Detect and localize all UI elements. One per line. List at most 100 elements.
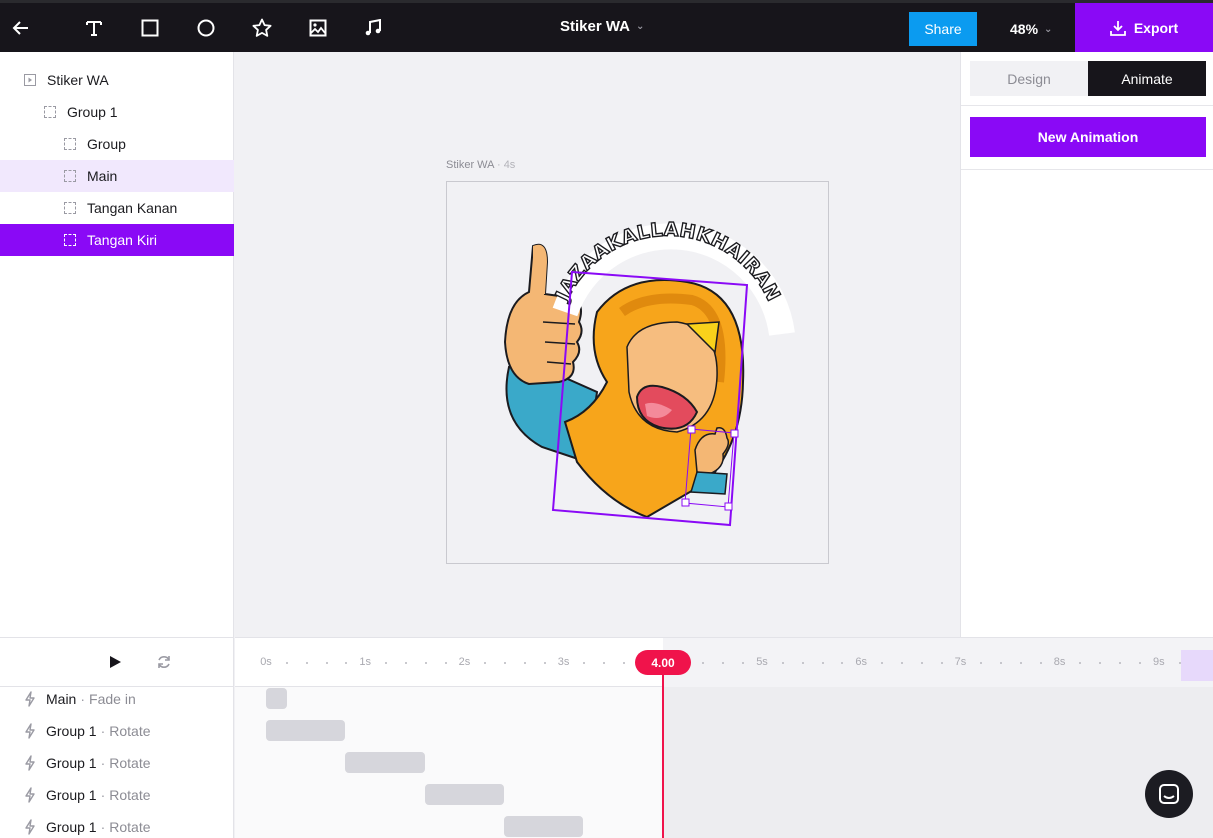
group-icon bbox=[64, 202, 76, 214]
track-item[interactable]: Group 1 · Rotate bbox=[0, 747, 234, 779]
layer-item-tangan-kanan[interactable]: Tangan Kanan bbox=[0, 192, 234, 224]
ruler-dot bbox=[583, 662, 586, 664]
track-layer: Group 1 bbox=[46, 755, 97, 771]
animation-bar[interactable] bbox=[266, 720, 346, 741]
playhead-line bbox=[662, 650, 664, 838]
layer-label: Group 1 bbox=[67, 104, 118, 120]
animation-bar[interactable] bbox=[266, 688, 287, 709]
tab-design[interactable]: Design bbox=[970, 61, 1088, 96]
image-tool-icon[interactable] bbox=[303, 13, 333, 43]
group-icon bbox=[64, 234, 76, 246]
ruler-dot bbox=[881, 662, 884, 664]
frame-name: Stiker WA bbox=[446, 159, 494, 171]
tracks-elapsed-region bbox=[235, 687, 663, 838]
top-toolbar: Stiker WA ⌄ Share 48% ⌄ Export bbox=[0, 0, 1213, 52]
layer-label: Stiker WA bbox=[47, 72, 109, 88]
animation-bar[interactable] bbox=[345, 752, 425, 773]
layer-label: Tangan Kanan bbox=[87, 200, 178, 216]
ruler-dot bbox=[404, 662, 407, 664]
divider bbox=[961, 169, 1213, 170]
track-layer: Main bbox=[46, 691, 77, 707]
group-icon bbox=[64, 170, 76, 182]
ruler-dot bbox=[1138, 662, 1141, 664]
chevron-down-icon: ⌄ bbox=[1044, 23, 1053, 35]
ruler-label: 3s bbox=[557, 656, 570, 668]
document-title[interactable]: Stiker WA ⌄ bbox=[560, 18, 644, 35]
lightning-icon bbox=[25, 755, 35, 771]
ruler-dot bbox=[444, 662, 447, 664]
ruler-dot bbox=[424, 662, 427, 664]
track-animation: Fade in bbox=[89, 691, 136, 707]
ruler-dot bbox=[920, 662, 923, 664]
play-icon[interactable] bbox=[107, 654, 123, 670]
ruler-label: 6s bbox=[855, 656, 867, 668]
layer-label: Group bbox=[87, 136, 126, 152]
artboard[interactable]: JAZAAKALLAHKHAIRAN bbox=[446, 181, 829, 564]
layer-item-group[interactable]: Group bbox=[0, 128, 234, 160]
track-separator: · bbox=[100, 755, 106, 771]
ruler-dot bbox=[504, 662, 507, 664]
export-button[interactable]: Export bbox=[1075, 3, 1213, 52]
canvas-area[interactable]: Stiker WA · 4s JAZAAKALLAHKHAIRAN bbox=[235, 52, 960, 637]
timeline-track-list: Main · Fade in Group 1 · Rotate Group 1 … bbox=[0, 637, 234, 838]
share-button[interactable]: Share bbox=[909, 12, 977, 46]
layer-item-tangan-kiri[interactable]: Tangan Kiri bbox=[0, 224, 234, 256]
ruler-dot bbox=[484, 662, 487, 664]
ruler-label: 7s bbox=[954, 656, 967, 668]
track-item[interactable]: Group 1 · Rotate bbox=[0, 811, 234, 838]
animation-bar[interactable] bbox=[504, 816, 584, 837]
ruler-dot bbox=[900, 662, 903, 664]
track-item[interactable]: Group 1 · Rotate bbox=[0, 715, 234, 747]
zoom-dropdown[interactable]: 48% ⌄ bbox=[1010, 21, 1052, 37]
track-layer: Group 1 bbox=[46, 723, 97, 739]
lightning-icon bbox=[25, 723, 35, 739]
ruler-dot bbox=[285, 662, 288, 664]
layer-item-main[interactable]: Main bbox=[0, 160, 234, 192]
text-tool-icon[interactable] bbox=[79, 13, 109, 43]
ruler-dot bbox=[305, 662, 308, 664]
properties-panel: Design Animate New Animation bbox=[960, 52, 1213, 637]
ruler-dot bbox=[940, 662, 943, 664]
playhead[interactable]: 4.00 bbox=[635, 650, 691, 675]
track-item[interactable]: Group 1 · Rotate bbox=[0, 779, 234, 811]
ruler-label: 8s bbox=[1053, 656, 1066, 668]
divider bbox=[961, 105, 1213, 106]
star-tool-icon[interactable] bbox=[247, 13, 277, 43]
layer-label: Tangan Kiri bbox=[87, 232, 158, 248]
back-arrow-icon[interactable] bbox=[6, 13, 36, 43]
track-item[interactable]: Main · Fade in bbox=[0, 683, 234, 715]
zoom-value: 48% bbox=[1010, 21, 1039, 37]
track-animation: Rotate bbox=[109, 787, 151, 803]
ruler-dot bbox=[543, 662, 546, 664]
ruler-future-region bbox=[663, 638, 1213, 687]
loop-icon[interactable] bbox=[156, 654, 172, 670]
timeline-end-marker[interactable] bbox=[1181, 650, 1213, 681]
lightning-icon bbox=[25, 691, 35, 707]
track-animation: Rotate bbox=[109, 819, 151, 835]
layer-item-group-1[interactable]: Group 1 bbox=[0, 96, 234, 128]
track-separator: · bbox=[100, 723, 106, 739]
music-tool-icon[interactable] bbox=[358, 13, 388, 43]
track-animation: Rotate bbox=[109, 755, 151, 771]
layer-item-stiker-wa[interactable]: Stiker WA bbox=[0, 64, 234, 96]
layers-panel: Stiker WA Group 1 Group Main Tangan Kana… bbox=[0, 52, 234, 637]
time-ruler[interactable]: 0s 1s 2s 3s 5s 6s 7s 8s 9s bbox=[235, 638, 1213, 687]
track-separator: · bbox=[100, 787, 106, 803]
new-animation-button[interactable]: New Animation bbox=[970, 117, 1206, 157]
frame-icon bbox=[24, 74, 36, 86]
animation-bar[interactable] bbox=[424, 784, 505, 805]
ruler-dot bbox=[523, 662, 526, 664]
tab-animate[interactable]: Animate bbox=[1088, 61, 1206, 96]
timeline[interactable]: 0s 1s 2s 3s 5s 6s 7s 8s 9s 4.00 bbox=[235, 637, 1213, 838]
help-chat-button[interactable] bbox=[1145, 770, 1193, 818]
circle-tool-icon[interactable] bbox=[191, 13, 221, 43]
sticker-illustration: JAZAAKALLAHKHAIRAN bbox=[503, 218, 795, 527]
rectangle-tool-icon[interactable] bbox=[135, 13, 165, 43]
download-icon bbox=[1109, 20, 1126, 36]
layer-label: Main bbox=[87, 168, 118, 184]
ruler-dot bbox=[1039, 662, 1042, 664]
ruler-dot bbox=[1019, 662, 1022, 664]
track-separator: · bbox=[80, 691, 86, 707]
document-title-text: Stiker WA bbox=[560, 18, 631, 35]
ruler-label: 0s bbox=[260, 656, 272, 668]
